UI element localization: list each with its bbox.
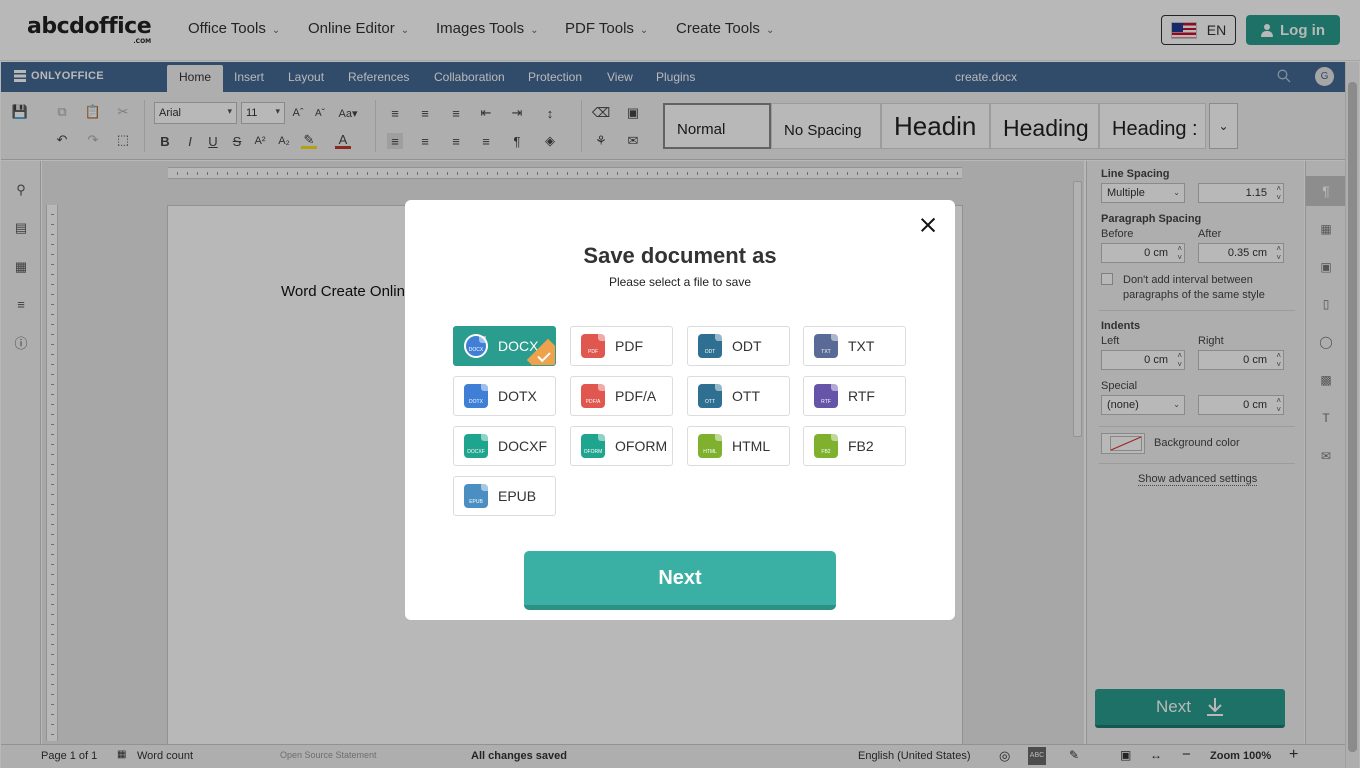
format-option-rtf[interactable]: RTF RTF bbox=[803, 376, 906, 416]
format-label: ODT bbox=[732, 338, 762, 354]
format-label: PDF/A bbox=[615, 388, 657, 404]
file-epub-icon: EPUB bbox=[464, 484, 488, 508]
format-label: PDF bbox=[615, 338, 643, 354]
file-dotx-icon: DOTX bbox=[464, 384, 488, 408]
format-option-pdfa[interactable]: PDF/A PDF/A bbox=[570, 376, 673, 416]
format-option-pdf[interactable]: PDF PDF bbox=[570, 326, 673, 366]
format-option-epub[interactable]: EPUB EPUB bbox=[453, 476, 556, 516]
next-button[interactable]: Next bbox=[524, 551, 836, 610]
dialog-subtitle: Please select a file to save bbox=[608, 275, 752, 289]
format-option-docxf[interactable]: DOCXF DOCXF bbox=[453, 426, 556, 466]
dialog-title: Save document as bbox=[583, 243, 777, 268]
file-pdf-icon: PDF bbox=[581, 334, 605, 358]
file-pdfa-icon: PDF/A bbox=[581, 384, 605, 408]
format-label: HTML bbox=[732, 438, 771, 454]
format-label: OFORM bbox=[615, 438, 668, 454]
format-label: FB2 bbox=[848, 438, 874, 454]
format-label: DOCXF bbox=[498, 438, 547, 454]
format-label: TXT bbox=[848, 338, 875, 354]
file-rtf-icon: RTF bbox=[814, 384, 838, 408]
format-option-odt[interactable]: ODT ODT bbox=[687, 326, 790, 366]
format-label: OTT bbox=[732, 388, 760, 404]
format-label: DOTX bbox=[498, 388, 537, 404]
format-label: EPUB bbox=[498, 488, 537, 504]
format-option-dotx[interactable]: DOTX DOTX bbox=[453, 376, 556, 416]
save-as-dialog: Save document as Please select a file to… bbox=[405, 200, 955, 620]
file-docxf-icon: DOCXF bbox=[464, 434, 488, 458]
format-label: RTF bbox=[848, 388, 875, 404]
file-odt-icon: ODT bbox=[698, 334, 722, 358]
format-option-fb2[interactable]: FB2 FB2 bbox=[803, 426, 906, 466]
file-ott-icon: OTT bbox=[698, 384, 722, 408]
format-option-ott[interactable]: OTT OTT bbox=[687, 376, 790, 416]
format-option-txt[interactable]: TXT TXT bbox=[803, 326, 906, 366]
file-docx-icon: DOCX bbox=[464, 334, 488, 358]
file-fb2-icon: FB2 bbox=[814, 434, 838, 458]
file-html-icon: HTML bbox=[698, 434, 722, 458]
format-option-oform[interactable]: OFORM OFORM bbox=[570, 426, 673, 466]
close-icon[interactable] bbox=[917, 214, 939, 236]
format-option-docx[interactable]: DOCX DOCX bbox=[453, 326, 556, 366]
format-option-html[interactable]: HTML HTML bbox=[687, 426, 790, 466]
file-oform-icon: OFORM bbox=[581, 434, 605, 458]
file-txt-icon: TXT bbox=[814, 334, 838, 358]
format-label: DOCX bbox=[498, 338, 539, 354]
